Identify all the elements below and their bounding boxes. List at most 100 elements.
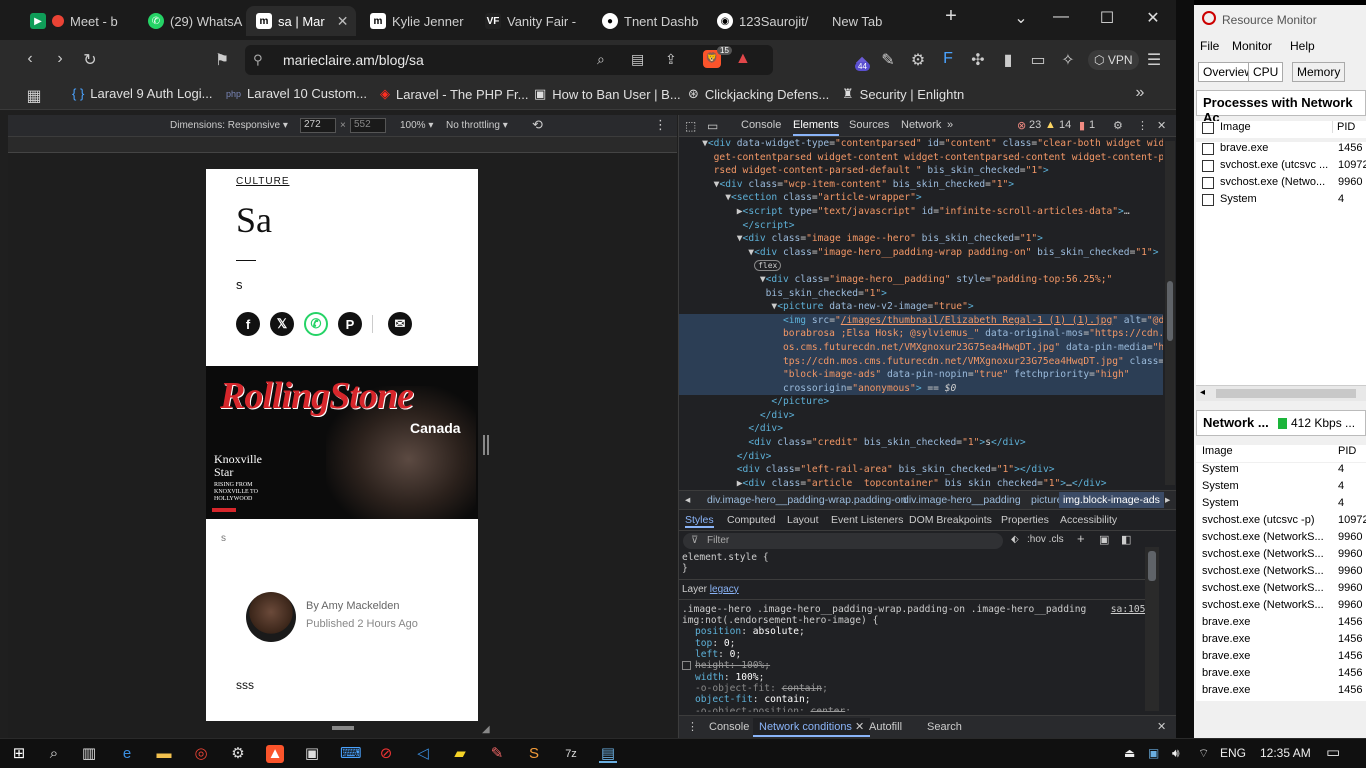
bookmark-item[interactable]: ♜ Security | Enlightn [842,86,964,102]
css-declaration-inactive[interactable]: -o-object-position: center; [679,706,1159,712]
table-row[interactable]: System 4 [1196,497,1366,514]
whatsapp-icon[interactable]: ✆ [304,312,328,336]
row-checkbox[interactable] [1202,194,1214,206]
column-header-image[interactable]: Image [1202,445,1233,457]
tab-properties[interactable]: Properties [1001,514,1049,526]
zoom-select[interactable]: 100% ▾ [400,120,433,131]
photos-icon[interactable]: ▣ [303,745,321,763]
close-drawer-icon[interactable]: ✕ [1157,720,1166,733]
resize-handle-bottom[interactable] [332,726,354,730]
security-icon[interactable]: ▣ [1148,746,1159,760]
dom-line[interactable]: ▼<div data-widget-type="contentparsed" i… [679,137,1163,151]
column-header-image[interactable]: Image [1220,121,1251,133]
css-declaration-inactive[interactable]: -o-object-fit: contain; [679,683,1159,694]
wallet-icon[interactable]: ▭ [1028,50,1048,70]
tab-newtab[interactable]: New Tab [822,6,932,36]
notifications-icon[interactable]: ▭ [1326,743,1340,761]
dimensions-select[interactable]: Dimensions: Responsive ▾ [170,120,288,131]
chevron-down-icon[interactable]: ⌄ [1006,8,1036,28]
fi-icon[interactable]: F [938,50,958,68]
sidebar-icon[interactable]: ▮ [998,50,1018,70]
table-row[interactable]: brave.exe 1456 [1196,616,1366,633]
robot-icon[interactable]: ⚙ [908,50,928,70]
tab-elements[interactable]: Elements [793,119,839,136]
tab-layout[interactable]: Layout [787,514,819,526]
settings-icon[interactable]: ⚙ [229,745,247,763]
table-row[interactable]: svchost.exe (Netwo... 9960 [1196,176,1366,193]
reader-icon[interactable]: ▤ [631,51,644,68]
css-declaration[interactable]: width: 100%; [679,672,1159,683]
error-icon[interactable]: ⊗ [1017,119,1026,132]
row-checkbox[interactable] [1202,143,1214,155]
element-style-rule[interactable]: element.style { [679,552,1159,563]
table-row[interactable]: svchost.exe (NetworkS... 9960 [1196,582,1366,599]
warning-icon[interactable]: ▲ [1045,119,1056,131]
tab-cpu[interactable]: CPU [1248,62,1284,82]
apps-icon[interactable]: ▦ [24,86,44,106]
drawer-tab-search[interactable]: Search [927,721,962,733]
table-row[interactable]: System 4 [1196,193,1366,210]
email-icon[interactable]: ✉ [388,312,412,336]
table-row[interactable]: svchost.exe (NetworkS... 9960 [1196,531,1366,548]
crumb-left-icon[interactable]: ◂ [685,494,690,506]
width-input[interactable]: 272 [300,118,336,133]
rewards-icon[interactable]: ▲ [735,50,751,68]
dom-line[interactable]: ▼<section class="article-wrapper"> [679,191,1163,205]
css-declaration[interactable]: left: 0; [679,649,1159,660]
vpn-button[interactable]: ⬡ VPN [1088,50,1139,70]
dom-line[interactable]: ▼<div class="image image--hero" bis_skin… [679,232,1163,246]
tab-whatsapp[interactable]: ✆ (29) WhatsA [138,6,246,36]
x-icon[interactable]: 𝕏 [270,312,294,336]
puzzle-icon[interactable]: ✣ [968,50,988,70]
height-input[interactable]: 552 [350,118,386,133]
clock[interactable]: 12:35 AM [1260,746,1311,760]
close-devtools-icon[interactable]: ✕ [1157,119,1166,132]
site-info-icon[interactable]: ⚲ [253,52,263,68]
crumb-right-icon[interactable]: ▸ [1165,494,1170,506]
breadcrumb-item[interactable]: div.image-hero__padding [903,494,1021,506]
rotate-icon[interactable]: ⟲ [532,117,543,133]
table-row[interactable]: svchost.exe (utcsvc -p) 10972 [1196,514,1366,531]
notepad-icon[interactable]: ▤ [599,745,617,763]
bookmark-item[interactable]: ⊛ Clickjacking Defens... [688,86,829,102]
windows-start-icon[interactable]: ⊞ [10,745,28,763]
elements-scrollbar[interactable] [1165,141,1175,485]
reload-icon[interactable]: ↻ [80,50,100,70]
rule-selector[interactable]: .image--hero .image-hero__padding-wrap.p… [682,604,1086,615]
volume-icon[interactable]: 🔊︎ [1172,746,1180,761]
more-options-icon[interactable]: ⋮ [1137,119,1148,132]
maximize-icon[interactable]: ☐ [1092,8,1122,28]
tab-memory[interactable]: Memory [1292,62,1346,82]
select-all-checkbox[interactable] [1202,122,1214,134]
tab-tnent[interactable]: ● Tnent Dashb [592,6,707,36]
elements-tree[interactable]: ▼<div data-widget-type="contentparsed" i… [679,137,1163,487]
tab-kylie[interactable]: m Kylie Jenner [360,6,470,36]
menu-help[interactable]: Help [1290,39,1315,53]
menu-icon[interactable]: ☰ [1144,50,1164,70]
search-icon[interactable]: ⌕ [45,745,63,763]
table-row[interactable]: svchost.exe (NetworkS... 9960 [1196,599,1366,616]
vscode-icon[interactable]: ◁ [414,745,432,763]
tab-marieclaire[interactable]: m sa | Mar ✕ [246,6,356,36]
table-row[interactable]: brave.exe 1456 [1196,142,1366,159]
row-checkbox[interactable] [1202,177,1214,189]
computed-toggle-icon[interactable]: ▣ [1099,533,1109,546]
device-toggle-icon[interactable]: ▭ [707,119,718,133]
bookmark-item[interactable]: { } Laravel 9 Auth Logi... [72,86,212,101]
paint-icon[interactable]: ✎ [488,745,506,763]
drawer-tab-console[interactable]: Console [709,721,749,733]
processes-section-header[interactable]: Processes with Network Ac [1196,90,1366,125]
inspect-icon[interactable]: ⬚ [685,119,696,133]
layer-link[interactable]: legacy [710,584,739,595]
leo-icon[interactable]: ✧ [1058,50,1078,70]
paint-icon[interactable]: ⬖ [1011,534,1019,545]
throttle-select[interactable]: No throttling ▾ [446,120,508,131]
close-tab-icon[interactable]: ✕ [337,13,349,30]
dom-line[interactable]: ▼<div class="wcp-item-content" bis_skin_… [679,178,1163,192]
keyboard-icon[interactable]: ⌨ [340,745,362,763]
7zip-icon[interactable]: 7z [562,745,580,763]
drawer-tab-network-conditions[interactable]: Network conditions ✕ [753,718,871,737]
row-checkbox[interactable] [1202,160,1214,172]
edge-icon[interactable]: e [118,745,136,763]
horizontal-scrollbar[interactable]: ◂ [1196,385,1366,401]
